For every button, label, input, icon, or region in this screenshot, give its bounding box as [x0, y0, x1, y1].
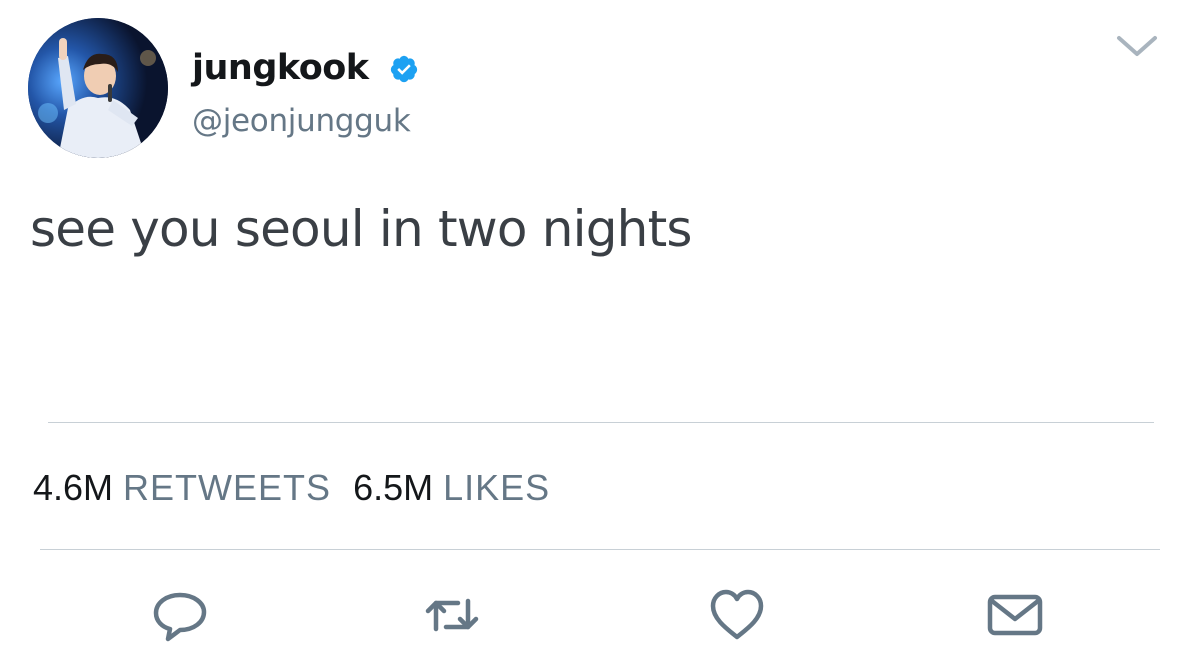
retweets-count: 4.6M: [33, 467, 114, 508]
likes-count: 6.5M: [353, 467, 434, 508]
envelope-icon: [987, 594, 1043, 636]
verified-badge-icon: [390, 55, 418, 83]
retweets-label: RETWEETS: [123, 467, 332, 508]
display-name[interactable]: jungkook: [192, 44, 369, 92]
reply-button[interactable]: [150, 585, 210, 645]
likes-stat[interactable]: 6.5M LIKES: [353, 466, 550, 510]
profile-photo: [28, 18, 168, 158]
like-button[interactable]: [707, 585, 767, 645]
avatar[interactable]: [28, 18, 168, 158]
retweet-icon: [425, 598, 479, 632]
direct-message-button[interactable]: [984, 585, 1044, 645]
heart-icon: [710, 589, 764, 640]
retweets-stat[interactable]: 4.6M RETWEETS: [33, 466, 331, 510]
divider: [48, 422, 1154, 423]
retweet-button[interactable]: [422, 585, 482, 645]
chevron-down-icon[interactable]: [1116, 34, 1158, 58]
tweet-text: see you seoul in two nights: [30, 200, 692, 258]
likes-label: LIKES: [443, 467, 551, 508]
speech-bubble-icon: [153, 592, 207, 642]
user-handle[interactable]: @jeonjungguk: [192, 100, 411, 142]
tweet-stats: 4.6M RETWEETS 6.5M LIKES: [33, 466, 550, 510]
divider: [40, 549, 1160, 550]
